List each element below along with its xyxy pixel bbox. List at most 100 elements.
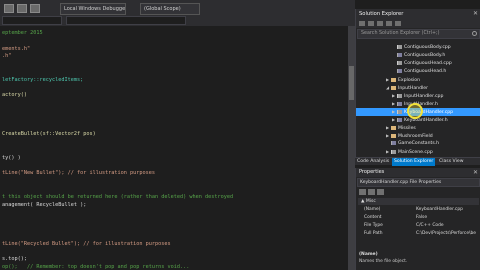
properties-title: Properties ✕ — [356, 168, 480, 177]
file-icon — [397, 68, 402, 73]
code-line[interactable]: CreateBullet(sf::Vector2f pos) — [2, 131, 96, 137]
tree-item-label: MainScene.cpp — [398, 150, 433, 155]
tree-item[interactable]: ContiguousHead.h — [392, 68, 480, 76]
property-value[interactable]: False — [416, 214, 479, 221]
search-icon[interactable] — [472, 31, 477, 36]
code-line[interactable]: ty() ) — [2, 155, 21, 161]
property-value[interactable]: C/C++ Code — [416, 222, 479, 229]
tree-item[interactable]: ▶ KeyboardHandler.h — [392, 116, 480, 124]
tree-item-label: ContiguousBody.h — [404, 53, 446, 58]
description-name: (Name) — [359, 252, 378, 257]
toolbar-icon-forward[interactable] — [17, 4, 27, 13]
code-line[interactable]: tLine("New Bullet"); // for illustration… — [2, 170, 155, 176]
property-pages-icon[interactable] — [377, 189, 384, 195]
editor-scrollbar[interactable] — [348, 26, 355, 270]
tree-item[interactable]: ▶ InputHandler.cpp — [392, 92, 480, 100]
sync-icon[interactable] — [368, 21, 374, 26]
properties-object-select[interactable]: KeyboardHandler.cpp File Properties — [357, 178, 480, 187]
editor-scroll-thumb[interactable] — [349, 66, 354, 100]
folder-icon — [391, 85, 396, 90]
home-icon[interactable] — [359, 21, 365, 26]
property-row[interactable]: (Name) KeyboardHandler.cpp — [358, 206, 479, 213]
property-row[interactable]: Content False — [358, 214, 479, 221]
tree-item-label: ContiguousBody.cpp — [404, 45, 451, 50]
property-row[interactable]: Full Path C:\Dev\Projects\Perforce\be — [358, 230, 479, 237]
tree-item[interactable]: ◢ InputHandler — [386, 84, 480, 92]
folder-icon — [391, 133, 396, 138]
file-icon — [397, 44, 402, 49]
debugger-combo[interactable]: Local Windows Debugger — [60, 3, 126, 15]
close-icon[interactable]: ✕ — [473, 168, 478, 177]
file-icon — [397, 109, 402, 114]
properties-toolbar — [356, 188, 480, 197]
solution-explorer-title-text: Solution Explorer — [359, 11, 404, 17]
toolbar-icon-back[interactable] — [4, 4, 14, 13]
property-value[interactable]: KeyboardHandler.cpp — [416, 206, 479, 213]
code-line[interactable]: eptember 2015 — [2, 30, 43, 36]
toolbar-icon-save[interactable] — [30, 4, 40, 13]
tree-item[interactable]: ▶ Explosion — [386, 76, 480, 84]
nav-right-combo[interactable] — [66, 16, 186, 25]
folder-icon — [391, 77, 396, 82]
property-name: (Name) — [364, 207, 381, 212]
description-text: Names the file object. — [359, 259, 408, 264]
file-icon — [391, 149, 396, 154]
tree-item[interactable]: GameConstants.h — [386, 140, 480, 148]
tree-item[interactable]: ContiguousBody.cpp — [392, 44, 480, 52]
mouse-cursor-highlight — [407, 103, 423, 119]
tree-item-label: ContiguousHead.cpp — [404, 61, 452, 66]
code-line[interactable]: s.top(); — [2, 256, 27, 262]
nav-left-combo[interactable] — [2, 16, 62, 25]
properties-category[interactable]: ▲ Misc — [358, 198, 479, 205]
tree-item-label: KeyboardHandler.h — [404, 118, 448, 123]
categorized-icon[interactable] — [359, 189, 366, 195]
code-line[interactable]: t this object should be returned here (r… — [2, 194, 233, 200]
panel-tab[interactable]: Code Analysis — [355, 158, 391, 166]
tree-item[interactable]: ▶ Missiles — [386, 124, 480, 132]
file-icon — [397, 101, 402, 106]
tree-item-label: MushroomField — [398, 134, 433, 139]
scope-combo[interactable]: (Global Scope) — [140, 3, 200, 15]
tree-item-label: Missiles — [398, 126, 416, 131]
file-icon — [397, 117, 402, 122]
solution-explorer-search-input[interactable]: Search Solution Explorer (Ctrl+;) — [357, 29, 480, 39]
collapse-icon[interactable] — [386, 21, 392, 26]
property-name: File Type — [364, 223, 383, 228]
close-icon[interactable]: ✕ — [473, 9, 478, 19]
alphabetical-icon[interactable] — [368, 189, 375, 195]
tree-item[interactable]: ▶ MainScene.cpp — [386, 148, 480, 156]
solution-explorer-tabs: Code Analysis Solution Explorer Class View — [355, 157, 480, 166]
file-icon — [397, 93, 402, 98]
search-placeholder: Search Solution Explorer (Ctrl+;) — [361, 31, 440, 36]
tree-item[interactable]: ContiguousBody.h — [392, 52, 480, 60]
code-editor[interactable]: eptember 2015ements.h" .h"letFactory::rec… — [0, 26, 348, 270]
code-line[interactable]: anagement( RecycleBullet ); — [2, 202, 86, 208]
panel-tab[interactable]: Class View — [437, 158, 465, 166]
file-icon — [391, 140, 396, 145]
file-icon — [397, 60, 402, 65]
tree-item-label: Explosion — [398, 78, 421, 83]
tree-item[interactable]: ▶ MushroomField — [386, 132, 480, 140]
properties-icon[interactable] — [395, 21, 401, 26]
code-line[interactable]: ements.h" — [2, 46, 30, 52]
code-line[interactable]: letFactory::recycledItems; — [2, 77, 83, 83]
property-row[interactable]: File Type C/C++ Code — [358, 222, 479, 229]
tree-item[interactable]: ▶ InputHandler.h — [392, 100, 480, 108]
refresh-icon[interactable] — [377, 21, 383, 26]
category-label: Misc — [365, 199, 376, 204]
solution-explorer-toolbar — [356, 19, 480, 28]
folder-icon — [391, 125, 396, 130]
code-line[interactable]: actory() — [2, 92, 27, 98]
navigation-bar — [0, 15, 355, 26]
file-icon — [397, 52, 402, 57]
code-line[interactable]: op(); // Remember: top doesn't pop and p… — [2, 264, 189, 270]
code-line[interactable]: tLine("Recycled Bullet"); // for illustr… — [2, 241, 171, 247]
tree-item-label: GameConstants.h — [398, 141, 440, 146]
panel-tab[interactable]: Solution Explorer — [392, 158, 436, 166]
tree-item-label: InputHandler.cpp — [404, 94, 444, 99]
tree-item[interactable]: ContiguousHead.cpp — [392, 60, 480, 68]
solution-explorer-title: Solution Explorer ✕ — [356, 9, 480, 19]
property-value[interactable]: C:\Dev\Projects\Perforce\be — [416, 230, 479, 237]
code-line[interactable]: .h" — [2, 53, 11, 59]
properties-panel: Properties ✕ KeyboardHandler.cpp File Pr… — [355, 168, 480, 270]
